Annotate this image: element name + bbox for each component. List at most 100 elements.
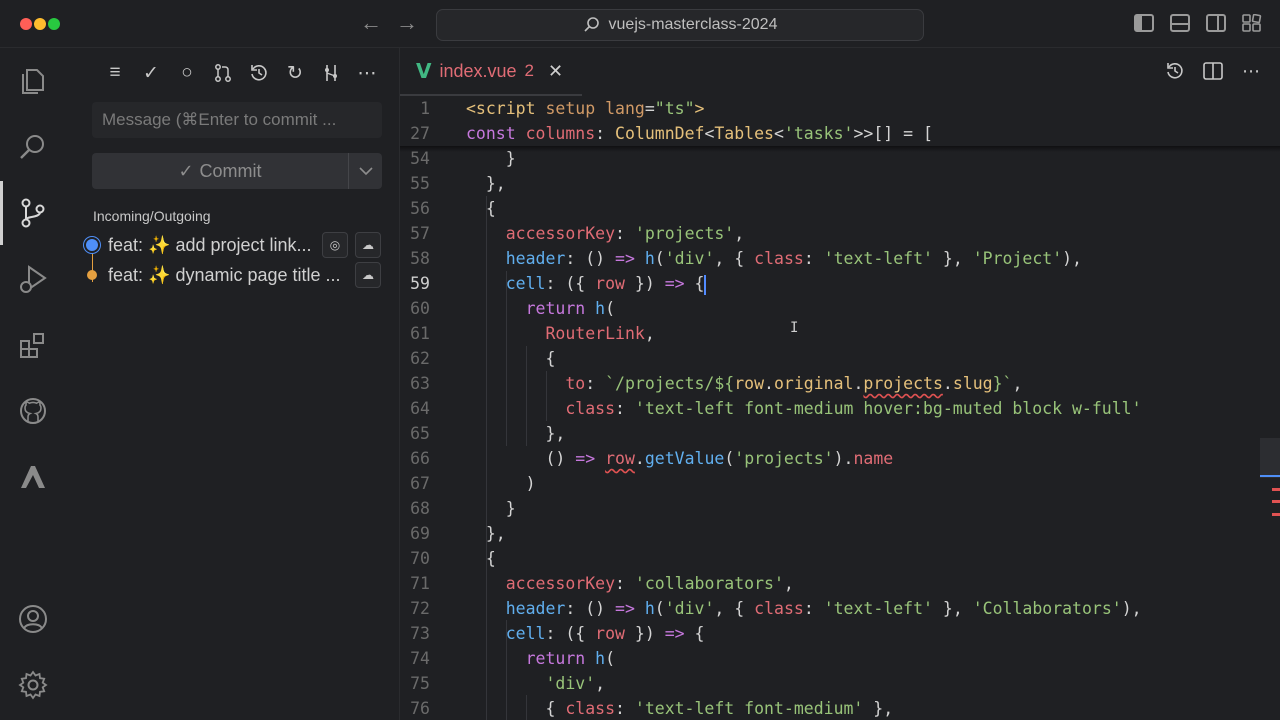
stash-circle-icon[interactable]: ○	[174, 60, 200, 86]
code-token: row	[595, 274, 625, 293]
history-icon[interactable]	[246, 60, 272, 86]
code-line[interactable]: 66 () => row.getValue('projects').name	[400, 446, 1280, 471]
extensions-icon[interactable]	[16, 328, 50, 362]
code-line[interactable]: 69 },	[400, 521, 1280, 546]
code-line[interactable]: 76 { class: 'text-left font-medium' },	[400, 696, 1280, 720]
timeline-history-icon[interactable]	[1164, 60, 1186, 82]
code-line[interactable]: 55 },	[400, 171, 1280, 196]
code-token: const	[466, 124, 516, 143]
code-line[interactable]: 73 cell: ({ row }) => {	[400, 621, 1280, 646]
code-line[interactable]: 75 'div',	[400, 671, 1280, 696]
cloud-icon[interactable]: ☁	[355, 232, 381, 258]
search-icon[interactable]	[16, 130, 50, 164]
explorer-icon[interactable]	[16, 64, 50, 98]
commit-dropdown-button[interactable]	[348, 153, 382, 189]
graph-branch-icon[interactable]	[318, 60, 344, 86]
code-token: .	[634, 449, 645, 468]
window-close-button[interactable]	[20, 18, 32, 30]
code-token: .	[764, 374, 774, 393]
toggle-primary-sidebar-icon[interactable]	[1134, 14, 1154, 32]
pull-request-icon[interactable]	[210, 60, 236, 86]
code-line[interactable]: 70 {	[400, 546, 1280, 571]
code-text: return h(	[466, 296, 615, 321]
overview-ruler[interactable]	[1260, 438, 1280, 558]
code-line[interactable]: 68 }	[400, 496, 1280, 521]
line-number: 73	[410, 624, 430, 643]
code-line[interactable]: 74 return h(	[400, 646, 1280, 671]
code-line[interactable]: 71 accessorKey: 'collaborators',	[400, 571, 1280, 596]
split-editor-icon[interactable]	[1202, 60, 1224, 82]
code-text: {	[466, 346, 555, 371]
window-minimize-button[interactable]	[34, 18, 46, 30]
back-arrow-icon[interactable]: ←	[360, 11, 382, 35]
code-line[interactable]: 67 )	[400, 471, 1280, 496]
remote-icon[interactable]	[16, 460, 50, 494]
code-line[interactable]: 63 to: `/projects/${row.original.project…	[400, 371, 1280, 396]
code-token: 'Project'	[972, 249, 1063, 268]
code-token: name	[853, 449, 894, 468]
customize-layout-icon[interactable]	[1242, 13, 1262, 32]
history-item[interactable]: feat: ✨ dynamic page title ... ☁	[84, 261, 384, 289]
commit-button[interactable]: ✓ Commit	[92, 153, 348, 189]
code-token: class	[754, 249, 804, 268]
code-line[interactable]: 64 class: 'text-left font-medium hover:b…	[400, 396, 1280, 421]
code-editor[interactable]: 1 <script setup lang="ts"> 27 const columns…	[400, 96, 1280, 720]
sticky-scroll-line[interactable]: 27 const columns: ColumnDef<Tables<'tasks…	[400, 121, 1280, 146]
vue-file-icon: V	[416, 59, 432, 83]
line-number: 71	[410, 574, 430, 593]
text-caret	[704, 274, 707, 295]
cloud-icon[interactable]: ☁	[355, 262, 381, 288]
more-actions-icon[interactable]: ⋯	[354, 60, 380, 86]
github-icon[interactable]	[16, 394, 50, 428]
source-control-icon[interactable]	[16, 196, 50, 230]
code-line[interactable]: 60 return h(	[400, 296, 1280, 321]
sticky-scroll-line[interactable]: 1 <script setup lang="ts">	[400, 96, 1280, 121]
code-line[interactable]: 65 },	[400, 421, 1280, 446]
code-token: },	[466, 524, 506, 543]
active-indicator	[0, 181, 3, 245]
target-icon[interactable]: ◎	[322, 232, 348, 258]
account-icon[interactable]	[16, 602, 50, 636]
run-debug-icon[interactable]	[16, 262, 50, 296]
scrollbar-thumb[interactable]	[1260, 438, 1280, 478]
commit-message-input[interactable]: Message (⌘Enter to commit ...	[92, 102, 382, 138]
editor-actions: ⋯	[1164, 60, 1262, 82]
code-token: ).	[833, 449, 854, 468]
settings-gear-icon[interactable]	[16, 668, 50, 702]
line-number: 66	[410, 449, 430, 468]
history-item[interactable]: feat: ✨ add project link... ◎ ☁	[84, 231, 384, 259]
refresh-icon[interactable]: ↻	[282, 60, 308, 86]
forward-arrow-icon[interactable]: →	[396, 11, 418, 35]
code-token: =>	[664, 274, 685, 293]
code-token: return	[525, 649, 586, 668]
code-text: accessorKey: 'projects',	[466, 221, 744, 246]
code-text: return h(	[466, 646, 615, 671]
code-token: :	[615, 699, 635, 718]
code-text: }	[466, 496, 516, 521]
code-text: class: 'text-left font-medium hover:bg-m…	[466, 396, 1142, 421]
command-center-search[interactable]: vuejs-masterclass-2024	[436, 9, 924, 41]
code-line[interactable]: 62 {	[400, 346, 1280, 371]
code-token: }	[466, 499, 516, 518]
code-token: (	[724, 449, 735, 468]
code-token: 'projects'	[634, 224, 735, 243]
code-token: return	[525, 299, 586, 318]
code-line[interactable]: 61 RouterLink,	[400, 321, 1280, 346]
close-icon[interactable]: ✕	[548, 61, 563, 82]
code-line[interactable]: 57 accessorKey: 'projects',	[400, 221, 1280, 246]
code-line[interactable]: 56 {	[400, 196, 1280, 221]
code-line[interactable]: 72 header: () => h('div', { class: 'text…	[400, 596, 1280, 621]
commit-check-icon[interactable]: ✓	[138, 60, 164, 86]
code-line[interactable]: 58 header: () => h('div', { class: 'text…	[400, 246, 1280, 271]
more-actions-icon[interactable]: ⋯	[1240, 60, 1262, 82]
window-maximize-button[interactable]	[48, 18, 60, 30]
code-line[interactable]: 59 cell: ({ row }) => {	[400, 271, 1280, 296]
tab-index-vue[interactable]: V index.vue 2 ✕	[400, 48, 582, 96]
code-token: 'text-left font-medium hover:bg-muted bl…	[634, 399, 1142, 418]
tab-label: index.vue	[439, 60, 517, 81]
view-as-tree-icon[interactable]: ≡	[102, 60, 128, 86]
toggle-panel-icon[interactable]	[1170, 14, 1190, 32]
toggle-secondary-sidebar-icon[interactable]	[1206, 14, 1226, 32]
